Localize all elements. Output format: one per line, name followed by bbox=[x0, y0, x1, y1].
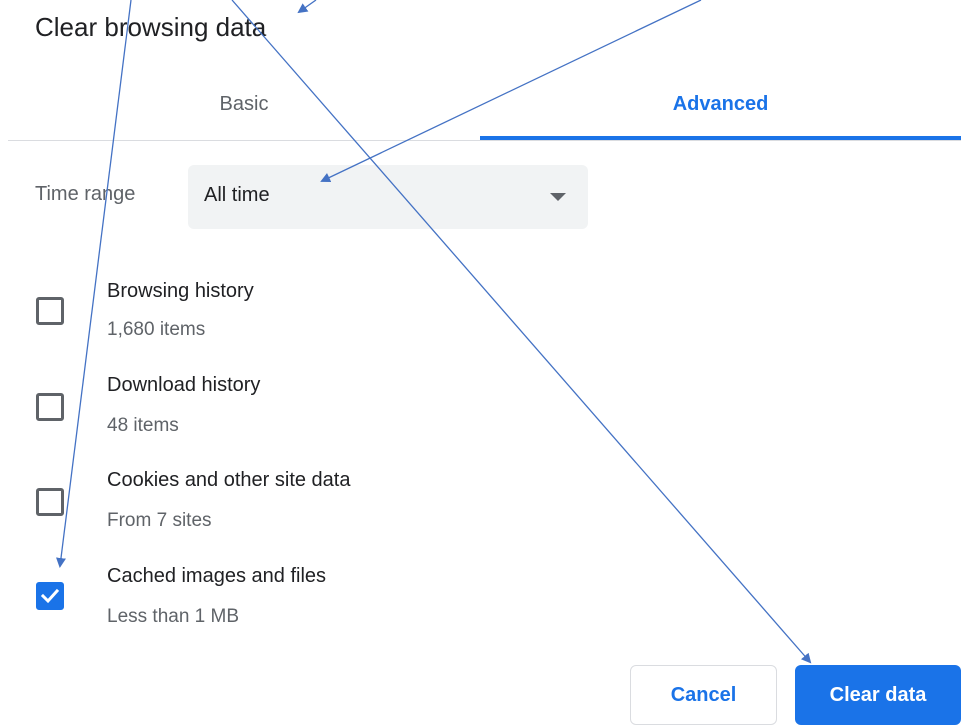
time-range-label: Time range bbox=[35, 183, 136, 205]
option-download-history: Download history 48 items bbox=[0, 366, 961, 456]
dropdown-arrow-icon bbox=[550, 193, 566, 201]
tab-basic[interactable]: Basic bbox=[8, 70, 480, 138]
option-label: Browsing history bbox=[107, 280, 254, 302]
option-label: Cookies and other site data bbox=[107, 469, 351, 491]
tab-advanced[interactable]: Advanced bbox=[480, 70, 961, 138]
clear-browsing-data-dialog: Clear browsing data Basic Advanced Time … bbox=[0, 0, 961, 726]
time-range-value: All time bbox=[204, 184, 270, 206]
cached-images-checkbox[interactable] bbox=[36, 582, 64, 610]
clear-data-button[interactable]: Clear data bbox=[795, 665, 961, 725]
option-label: Download history bbox=[107, 374, 261, 396]
arrow-to-title bbox=[297, 0, 317, 14]
cancel-button[interactable]: Cancel bbox=[630, 665, 777, 725]
cookies-checkbox[interactable] bbox=[36, 488, 64, 516]
tab-bar: Basic Advanced bbox=[8, 70, 961, 141]
active-tab-indicator bbox=[480, 136, 961, 140]
option-detail: 1,680 items bbox=[107, 319, 206, 340]
dialog-title: Clear browsing data bbox=[35, 12, 267, 42]
time-range-select[interactable]: All time bbox=[188, 165, 588, 229]
option-label: Cached images and files bbox=[107, 565, 327, 587]
browsing-history-checkbox[interactable] bbox=[36, 297, 64, 325]
download-history-checkbox[interactable] bbox=[36, 393, 64, 421]
option-cached-images: Cached images and files Less than 1 MB bbox=[0, 558, 961, 648]
option-detail: Less than 1 MB bbox=[107, 606, 240, 627]
option-detail: 48 items bbox=[107, 415, 179, 436]
checkmark-icon bbox=[40, 588, 60, 604]
option-browsing-history: Browsing history 1,680 items bbox=[0, 270, 961, 360]
option-cookies: Cookies and other site data From 7 sites bbox=[0, 462, 961, 552]
option-detail: From 7 sites bbox=[107, 510, 212, 531]
